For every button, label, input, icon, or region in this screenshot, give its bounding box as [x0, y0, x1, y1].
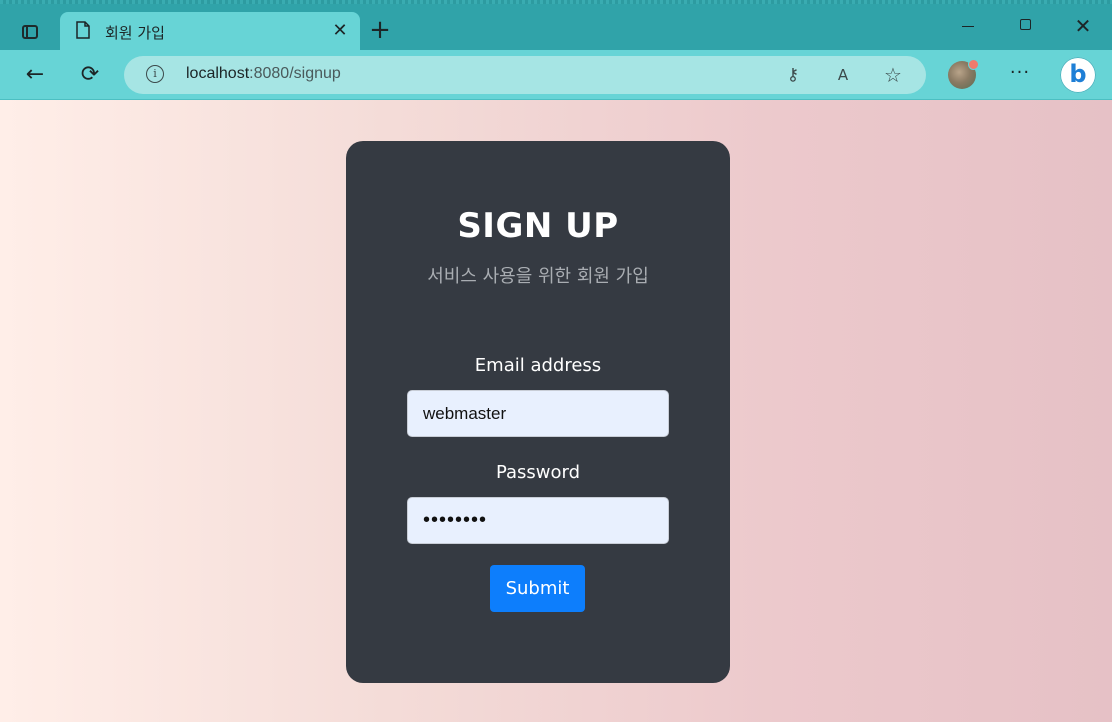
read-aloud-icon[interactable]: A — [832, 64, 854, 86]
window-maximize-button[interactable] — [1003, 12, 1049, 40]
page-viewport: SIGN UP 서비스 사용을 위한 회원 가입 Email address P… — [0, 100, 1112, 722]
browser-toolbar: ← ⟳ i localhost:8080/signup ⚷ A ☆ ··· — [0, 50, 1112, 100]
email-input[interactable] — [407, 390, 669, 437]
password-label: Password — [495, 462, 581, 483]
tab-actions-button[interactable] — [14, 18, 46, 46]
url-text[interactable]: localhost:8080/signup — [186, 65, 341, 83]
tab-signup[interactable]: 회원 가입 ✕ — [60, 12, 360, 50]
submit-button[interactable]: Submit — [490, 565, 585, 612]
more-options-icon[interactable]: ··· — [1006, 61, 1034, 89]
password-input[interactable] — [407, 497, 669, 544]
page-subtitle: 서비스 사용을 위한 회원 가입 — [427, 266, 649, 287]
url-host: localhost — [186, 65, 250, 82]
page-icon — [76, 21, 90, 39]
refresh-icon[interactable]: ⟳ — [74, 60, 106, 90]
signup-card: SIGN UP 서비스 사용을 위한 회원 가입 Email address P… — [346, 141, 730, 683]
favorite-star-icon[interactable]: ☆ — [882, 64, 904, 86]
email-label: Email address — [474, 355, 602, 376]
window-minimize-button[interactable] — [945, 12, 991, 40]
bing-chat-icon[interactable] — [1060, 57, 1096, 93]
key-icon[interactable]: ⚷ — [782, 64, 804, 86]
profile-avatar[interactable] — [948, 59, 979, 89]
site-info-icon[interactable]: i — [146, 65, 164, 83]
address-bar[interactable]: i localhost:8080/signup ⚷ A ☆ — [124, 56, 926, 94]
tab-close-icon[interactable]: ✕ — [330, 21, 350, 41]
profile-notification-dot — [968, 59, 979, 70]
url-path: :8080/signup — [249, 65, 341, 82]
titlebar-edge — [0, 0, 1112, 4]
back-icon[interactable]: ← — [19, 60, 51, 90]
browser-titlebar: 회원 가입 ✕ + ✕ — [0, 0, 1112, 50]
tab-title: 회원 가입 — [105, 24, 165, 42]
tab-actions-icon — [22, 25, 38, 39]
window-close-button[interactable]: ✕ — [1060, 12, 1106, 40]
page-title: SIGN UP — [457, 206, 619, 246]
new-tab-button[interactable]: + — [366, 16, 394, 44]
